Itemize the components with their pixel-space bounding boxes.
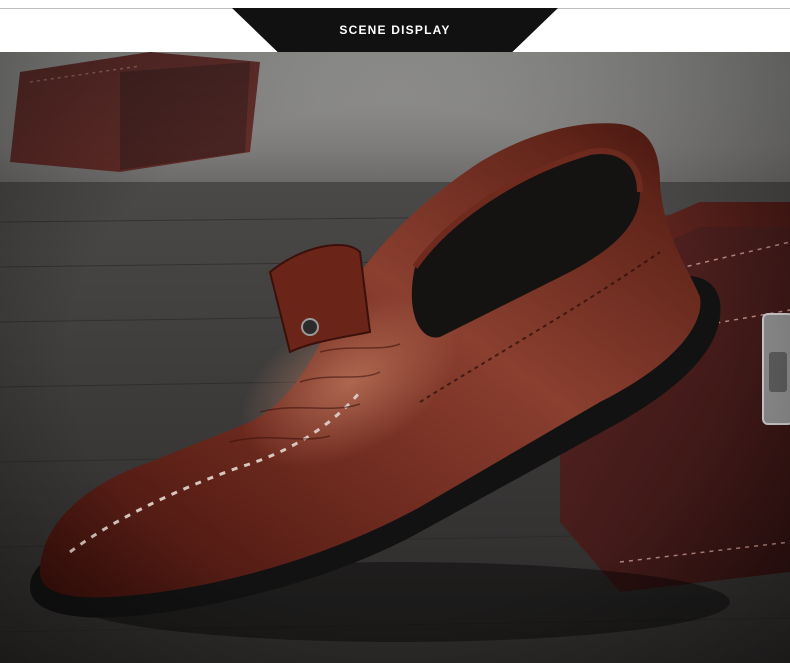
header-divider-left — [0, 8, 236, 9]
shoe-photo-illustration — [0, 52, 790, 663]
header-divider-right — [554, 8, 790, 9]
product-page: SCENE DISPLAY — [0, 0, 790, 663]
section-header: SCENE DISPLAY — [0, 0, 790, 52]
product-photo — [0, 52, 790, 663]
section-title: SCENE DISPLAY — [339, 23, 451, 37]
photo-vignette — [0, 52, 790, 663]
